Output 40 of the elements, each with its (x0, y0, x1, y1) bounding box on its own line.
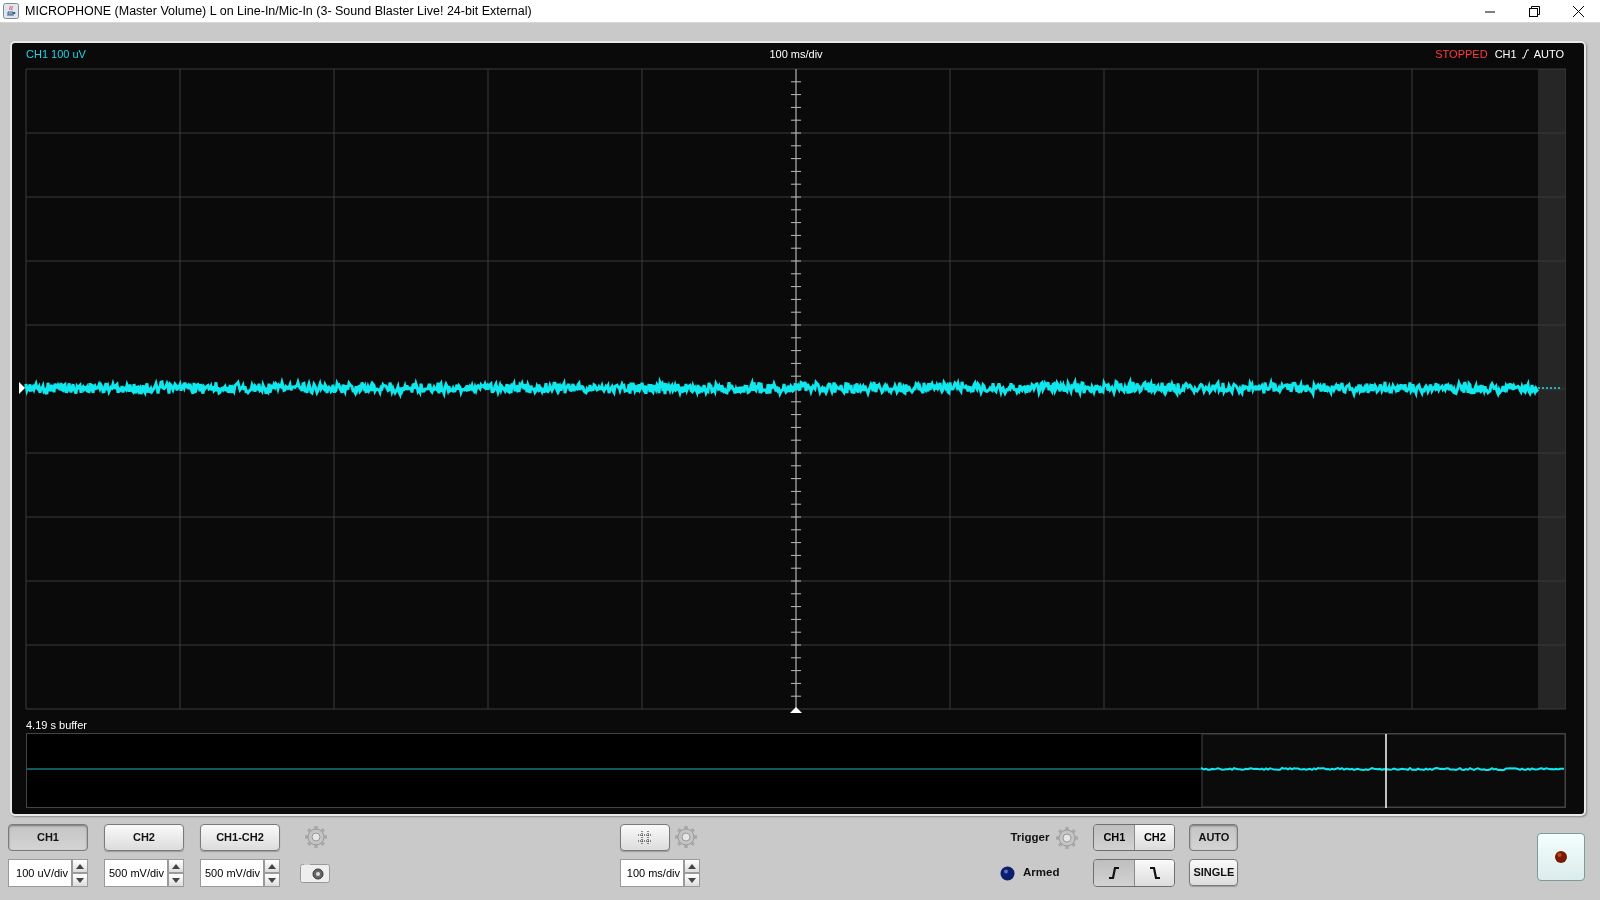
falling-edge-button[interactable] (1134, 860, 1175, 886)
trigger-channel-button[interactable]: CH2 (1134, 825, 1175, 850)
armed-label: Armed (1023, 865, 1060, 881)
grid-icon (637, 830, 653, 847)
rising-edge-icon (1520, 49, 1530, 59)
stepper-down-button[interactable] (168, 873, 184, 887)
stepper-down-button[interactable] (684, 873, 700, 887)
run-status: STOPPED (1435, 46, 1488, 62)
record-button[interactable] (1537, 833, 1585, 881)
scale-field[interactable]: 100 ms/div (620, 859, 684, 887)
scale-field[interactable]: 500 mV/div (104, 859, 168, 887)
channel-button[interactable]: CH1-CH2 (200, 824, 280, 851)
scale-field[interactable]: 500 mV/div (200, 859, 264, 887)
grid-toggle-button[interactable] (620, 824, 670, 851)
channel-scale-readout: CH1 100 uV (26, 46, 86, 62)
rising-edge-button[interactable] (1094, 860, 1135, 886)
camera-icon[interactable] (300, 861, 330, 883)
record-dot-icon (1554, 850, 1568, 864)
app-icon (3, 3, 19, 19)
channel-button[interactable]: CH1 (8, 824, 88, 851)
trigger-label: Trigger (1010, 829, 1050, 845)
stepper-up-button[interactable] (684, 859, 700, 873)
trigger-mode-button[interactable]: SINGLE (1189, 859, 1239, 886)
close-icon (1572, 5, 1584, 17)
trigger-mode-readout: AUTO (1533, 46, 1564, 62)
window-title: MICROPHONE (Master Volume) L on Line-In/Mic-In (3- Sound Blaster Live! 24-bit External) (25, 2, 532, 20)
stepper-down-button[interactable] (264, 873, 280, 887)
timebase-readout: 100 ms/div (769, 46, 823, 62)
stepper-up-button[interactable] (72, 859, 88, 873)
stepper-up-button[interactable] (168, 859, 184, 873)
trigger-channel-button[interactable]: CH1 (1094, 825, 1135, 850)
restore-icon (1528, 5, 1540, 17)
channel-button[interactable]: CH2 (104, 824, 184, 851)
stepper-up-button[interactable] (264, 859, 280, 873)
stepper-down-button[interactable] (72, 873, 88, 887)
scale-field[interactable]: 100 uV/div (8, 859, 72, 887)
trigger-channel-readout: CH1 (1494, 46, 1517, 62)
armed-indicator-icon (1000, 865, 1015, 881)
buffer-length-label: 4.19 s buffer (26, 718, 88, 733)
trigger-mode-button[interactable]: AUTO (1189, 824, 1239, 851)
